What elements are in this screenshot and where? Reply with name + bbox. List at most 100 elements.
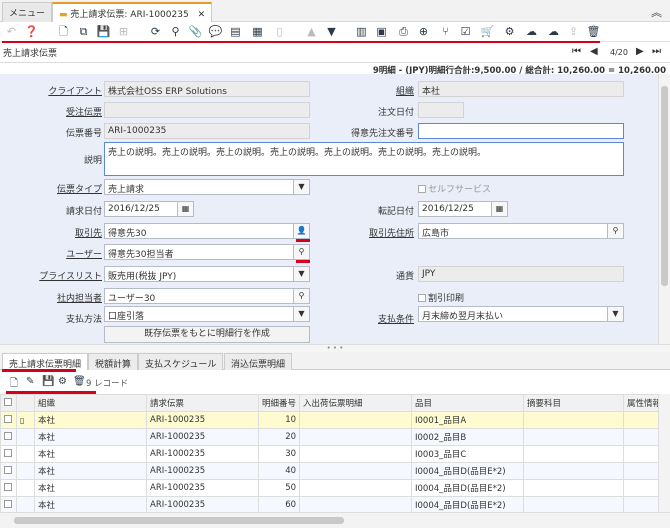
bpartner-field[interactable]: 得意先30 👤 <box>104 223 310 239</box>
currency-label: 通貨 <box>395 272 414 282</box>
create-lines-button[interactable]: 既存伝票をもとに明細行を作成 <box>104 326 310 343</box>
detail-tab-bar: 売上請求伝票明細 税額計算 支払スケジュール 消込伝票明細 <box>0 352 670 370</box>
trash-icon[interactable]: 🗑 <box>73 376 86 387</box>
previous-record-icon[interactable]: ▲ <box>304 24 319 39</box>
select-all-checkbox[interactable] <box>0 394 17 412</box>
row-checkbox <box>4 448 12 457</box>
save-icon[interactable]: 💾 <box>42 376 54 387</box>
col-charge[interactable]: 摘要科目 <box>523 394 625 412</box>
refresh-icon[interactable]: ⟳ <box>148 24 163 39</box>
invoice-lines-grid: 組織 請求伝票 明細番号 入出荷伝票明細 品目 摘要科目 属性情報 ▯ 本社 A… <box>0 394 666 514</box>
search-icon[interactable]: ⚲ <box>607 224 623 238</box>
tab-invoice[interactable]: ▬ 売上請求伝票: ARI-1000235 ✕ <box>52 2 213 23</box>
search-icon[interactable]: ⚲ <box>293 245 309 259</box>
document-icon[interactable]: ▤ <box>228 24 243 39</box>
gear-icon[interactable]: ⚙ <box>58 376 67 387</box>
table-row[interactable]: 本社 ARI-1000235 20 I0002_品目B <box>0 428 666 446</box>
close-icon[interactable]: ✕ <box>198 10 206 20</box>
archive-icon[interactable]: ▣ <box>374 24 389 39</box>
docno-field[interactable]: ARI-1000235 <box>104 123 310 139</box>
tab-tax[interactable]: 税額計算 <box>88 353 139 370</box>
tab-menu[interactable]: メニュー <box>2 2 53 22</box>
col-product[interactable]: 品目 <box>411 394 525 412</box>
last-record-icon[interactable]: ⏭ <box>652 46 661 57</box>
orderdate-field[interactable] <box>418 102 464 118</box>
grid-horizontal-scrollbar[interactable] <box>0 512 670 528</box>
edit-row-icon[interactable]: ▯ <box>16 411 35 429</box>
chat-icon[interactable]: 💬 <box>208 24 223 39</box>
client-field[interactable]: 株式会社OSS ERP Solutions <box>104 81 310 97</box>
record-count: 9 レコード <box>86 379 129 389</box>
checklist-icon[interactable]: ☑ <box>458 24 473 39</box>
chevron-down-icon[interactable]: ▼ <box>293 267 309 281</box>
doctype-select[interactable]: 売上請求 ▼ <box>104 179 310 195</box>
chevron-down-icon[interactable]: ▼ <box>607 307 623 321</box>
process-gear-icon[interactable]: ⚙ <box>502 24 517 39</box>
collapse-icon[interactable]: ︽ <box>651 4 662 20</box>
save-icon[interactable]: 💾 <box>96 24 111 39</box>
location-field[interactable]: 広島市 ⚲ <box>418 223 624 239</box>
org-field[interactable]: 本社 <box>418 81 624 97</box>
export-icon[interactable]: ⇪ <box>566 24 581 39</box>
invdate-field[interactable]: 2016/12/25 ▦ <box>104 201 194 217</box>
table-row[interactable]: 本社 ARI-1000235 40 I0004_品目D(品目E*2) <box>0 462 666 480</box>
cloud-upload-icon[interactable]: ☁ <box>546 24 561 39</box>
record-counter: 4/20 <box>610 48 628 57</box>
currency-field[interactable]: JPY <box>418 266 624 282</box>
order-field[interactable] <box>104 102 310 118</box>
payrule-select[interactable]: 口座引落 ▼ <box>104 306 310 322</box>
cart-icon[interactable]: 🛒 <box>480 24 495 39</box>
col-invoice[interactable]: 請求伝票 <box>146 394 259 412</box>
calendar-icon[interactable]: ▦ <box>491 202 507 216</box>
find-icon[interactable]: ⚲ <box>168 24 183 39</box>
selfservice-checkbox[interactable]: セルフサービス <box>418 182 491 195</box>
tab-payment-schedule[interactable]: 支払スケジュール <box>138 353 224 370</box>
window-title: 売上請求伝票 <box>3 49 58 59</box>
pricelist-select[interactable]: 販売用(税抜 JPY) ▼ <box>104 266 310 282</box>
undo-icon[interactable]: ↶ <box>4 24 19 39</box>
detail-toggle-icon[interactable]: ▯ <box>272 24 287 39</box>
delete-disabled-icon[interactable]: ⊞ <box>116 24 131 39</box>
discountprint-checkbox[interactable]: 割引印刷 <box>418 291 464 304</box>
table-row[interactable]: 本社 ARI-1000235 30 I0003_品目C <box>0 445 666 463</box>
attachment-icon[interactable]: 📎 <box>188 24 203 39</box>
table-row[interactable]: 本社 ARI-1000235 60 I0004_品目D(品目E*2) <box>0 496 666 514</box>
custorder-field[interactable] <box>418 123 624 139</box>
search-icon[interactable]: ⚲ <box>293 289 309 303</box>
table-row[interactable]: 本社 ARI-1000235 50 I0004_品目D(品目E*2) <box>0 479 666 497</box>
table-row[interactable]: ▯ 本社 ARI-1000235 10 I0001_品目A <box>0 411 666 429</box>
salesrep-field[interactable]: ユーザー30 ⚲ <box>104 288 310 304</box>
col-org[interactable]: 組織 <box>34 394 147 412</box>
prev-record-icon[interactable]: ◀ <box>590 46 598 57</box>
person-icon[interactable]: 👤 <box>293 224 309 238</box>
zoom-icon[interactable]: ⊕ <box>416 24 431 39</box>
chevron-down-icon[interactable]: ▼ <box>293 307 309 321</box>
trash-icon[interactable]: 🗑 <box>586 24 601 39</box>
header-form: クライアント 株式会社OSS ERP Solutions 組織 本社 受注伝票 … <box>0 74 658 344</box>
grid-toggle-icon[interactable]: ▦ <box>250 24 265 39</box>
print-icon[interactable]: ⎙ <box>396 24 411 39</box>
col-line[interactable]: 明細番号 <box>257 394 301 412</box>
copy-record-icon[interactable]: ⧉ <box>76 24 91 39</box>
desc-field[interactable]: 売上の説明。売上の説明。売上の説明。売上の説明。売上の説明。売上の説明。売上の説… <box>104 142 624 176</box>
cloud-download-icon[interactable]: ☁ <box>524 24 539 39</box>
calendar-icon[interactable]: ▦ <box>177 202 193 216</box>
first-record-icon[interactable]: ⏮ <box>572 46 581 57</box>
next-record-icon[interactable]: ▼ <box>324 24 339 39</box>
payterm-select[interactable]: 月末締め翌月末払い ▼ <box>418 306 624 322</box>
tab-invoice-lines[interactable]: 売上請求伝票明細 <box>2 353 89 370</box>
form-scrollbar[interactable] <box>658 74 670 344</box>
next-record-nav-icon[interactable]: ▶ <box>636 46 644 57</box>
col-shipment[interactable]: 入出荷伝票明細 <box>299 394 413 412</box>
help-icon[interactable]: ❓ <box>24 24 39 39</box>
new-record-icon[interactable]: 🗋 <box>56 24 71 39</box>
chevron-down-icon[interactable]: ▼ <box>293 180 309 194</box>
report-icon[interactable]: ▥ <box>354 24 369 39</box>
tab-allocation-lines[interactable]: 消込伝票明細 <box>224 353 293 370</box>
user-field[interactable]: 得意先30担当者 ⚲ <box>104 244 310 260</box>
edit-icon[interactable]: ✎ <box>26 376 34 387</box>
grid-vertical-scrollbar[interactable] <box>658 394 670 512</box>
acctdate-field[interactable]: 2016/12/25 ▦ <box>418 201 508 217</box>
splitter[interactable]: • • • <box>0 344 670 352</box>
workflow-icon[interactable]: ⑂ <box>438 24 453 39</box>
